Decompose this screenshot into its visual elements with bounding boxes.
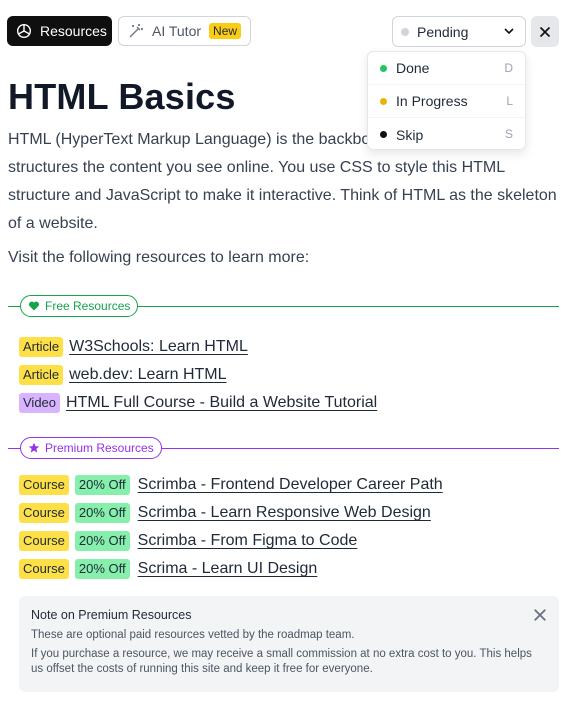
- resource-link[interactable]: web.dev: Learn HTML: [69, 366, 226, 384]
- list-item: Course 20% Off Scrimba - From Figma to C…: [19, 530, 357, 552]
- skip-dot: [380, 131, 387, 138]
- discount-badge: 20% Off: [74, 503, 130, 523]
- close-button[interactable]: [531, 16, 559, 47]
- list-item: Video HTML Full Course - Build a Website…: [19, 392, 377, 414]
- premium-note: Note on Premium Resources These are opti…: [19, 596, 559, 692]
- type-badge: Course: [19, 531, 69, 551]
- visit-text: Visit the following resources to learn m…: [8, 249, 310, 266]
- note-title: Note on Premium Resources: [31, 608, 192, 622]
- note-text: These are optional paid resources vetted…: [31, 629, 355, 641]
- list-item: Article web.dev: Learn HTML: [19, 364, 227, 386]
- note-text: If you purchase a resource, we may recei…: [31, 648, 532, 675]
- type-badge: Article: [19, 337, 64, 357]
- status-dot: [401, 27, 409, 36]
- done-dot: [380, 64, 387, 72]
- discount-badge: 20% Off: [74, 531, 130, 551]
- page-title: HTML Basics: [8, 76, 236, 117]
- resource-link[interactable]: Scrimba - From Figma to Code: [138, 532, 358, 550]
- resource-link[interactable]: Scrima - Learn UI Design: [138, 560, 318, 578]
- shortcut-key: L: [506, 94, 513, 108]
- chevron-down-icon: [504, 28, 514, 35]
- free-resources-label: Free Resources: [20, 295, 139, 317]
- new-badge: New: [209, 23, 242, 39]
- resource-link[interactable]: HTML Full Course - Build a Website Tutor…: [66, 394, 377, 412]
- status-option-label: Done: [396, 60, 430, 76]
- status-value: Pending: [417, 23, 469, 40]
- type-badge: Course: [19, 559, 69, 579]
- resource-link[interactable]: W3Schools: Learn HTML: [69, 338, 248, 356]
- type-badge: Course: [19, 503, 69, 523]
- status-option-done[interactable]: Done D: [368, 52, 525, 85]
- premium-resources-label: Premium Resources: [20, 437, 162, 459]
- in-progress-dot: [380, 97, 387, 105]
- list-item: Article W3Schools: Learn HTML: [19, 336, 248, 358]
- tab-resources[interactable]: Resources: [7, 16, 112, 46]
- list-item: Course 20% Off Scrima - Learn UI Design: [19, 558, 317, 580]
- shortcut-key: S: [504, 127, 513, 141]
- status-dropdown-menu: Done D In Progress L Skip S: [367, 51, 526, 150]
- free-resources-text: Free Resources: [45, 299, 131, 313]
- premium-resources-text: Premium Resources: [45, 441, 154, 455]
- type-badge: Video: [19, 393, 61, 413]
- tab-ai-tutor[interactable]: AI Tutor New: [118, 16, 251, 46]
- heart-icon: [28, 301, 40, 311]
- tab-ai-tutor-label: AI Tutor: [152, 23, 202, 39]
- close-icon: [539, 26, 551, 37]
- discount-badge: 20% Off: [74, 559, 130, 579]
- tab-resources-label: Resources: [40, 23, 107, 39]
- status-option-label: In Progress: [396, 93, 468, 109]
- premium-resources-divider: Premium Resources: [8, 437, 559, 459]
- topbar: Resources AI Tutor New Pending: [7, 16, 574, 47]
- ai-wand-icon: [129, 24, 143, 38]
- status-option-skip[interactable]: Skip S: [368, 118, 525, 149]
- type-badge: Article: [19, 365, 64, 385]
- status-select[interactable]: Pending: [392, 16, 526, 47]
- discount-badge: 20% Off: [74, 475, 130, 495]
- status-option-in-progress[interactable]: In Progress L: [368, 85, 525, 118]
- list-item: Course 20% Off Scrimba - Frontend Develo…: [19, 474, 443, 496]
- type-badge: Course: [19, 475, 69, 495]
- shortcut-key: D: [504, 61, 513, 75]
- list-item: Course 20% Off Scrimba - Learn Responsiv…: [19, 502, 431, 524]
- resources-icon: [16, 23, 32, 39]
- resource-link[interactable]: Scrimba - Frontend Developer Career Path: [138, 476, 443, 494]
- status-option-label: Skip: [396, 126, 424, 143]
- star-icon: [28, 442, 40, 453]
- free-resources-divider: Free Resources: [8, 295, 559, 317]
- close-icon[interactable]: [533, 608, 547, 622]
- resource-link[interactable]: Scrimba - Learn Responsive Web Design: [138, 504, 431, 522]
